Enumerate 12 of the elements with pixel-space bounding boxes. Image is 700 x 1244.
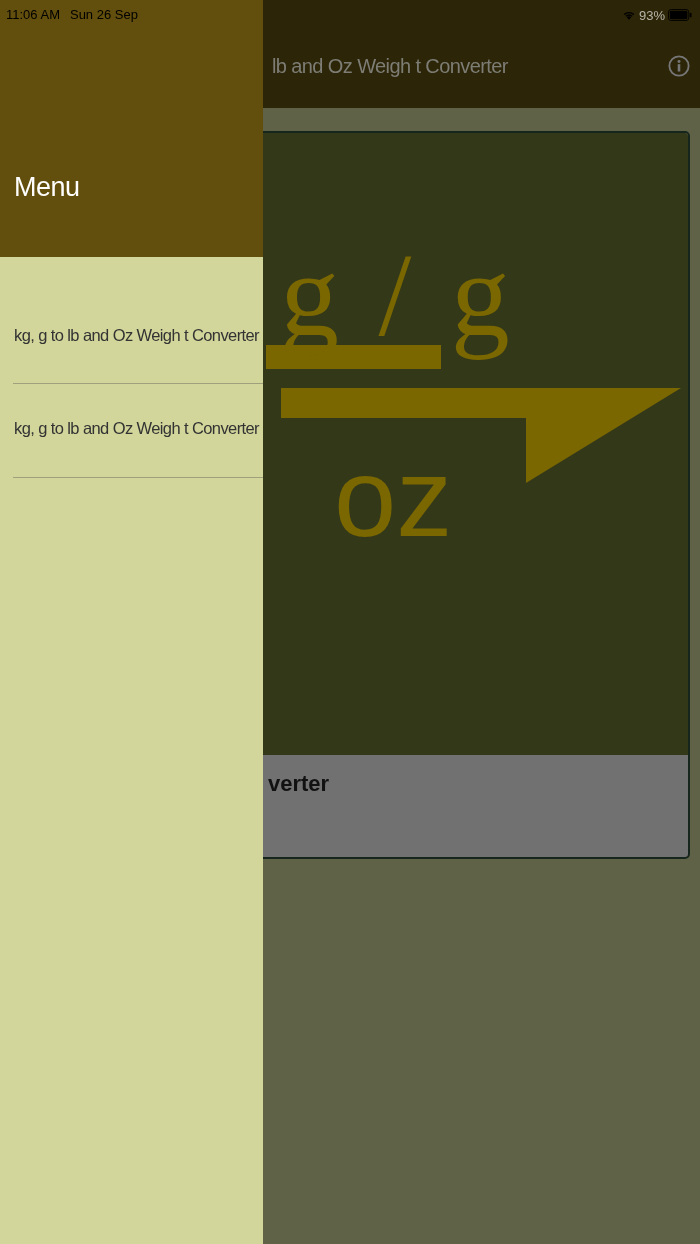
battery-icon [668,9,692,21]
app-title: lb and Oz Weigh t Converter [272,54,509,78]
menu-item[interactable]: kg, g to lb and Oz Weigh t Converter [13,384,263,478]
info-icon[interactable] [668,55,690,77]
status-date: Sun 26 Sep [69,7,138,22]
menu-item[interactable]: kg, g to lb and Oz Weigh t Converter [13,291,263,384]
status-time: 11:06 AM [6,7,60,22]
card-title: verter [268,771,330,796]
image-text: oz [334,434,453,562]
wifi-icon [621,9,636,21]
battery-percentage: 93% [638,7,665,23]
drawer-title: Menu [13,171,81,203]
